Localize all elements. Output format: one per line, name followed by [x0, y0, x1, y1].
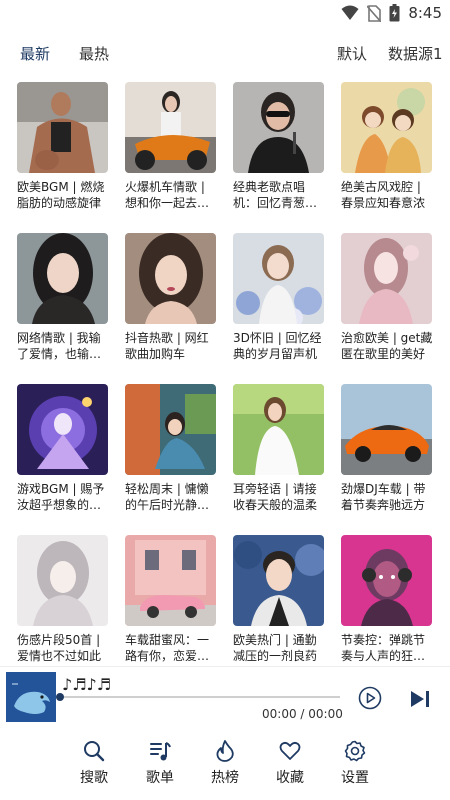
playlist-title: 绝美古风戏腔 | 春景应知春意浓 [341, 180, 426, 210]
playlist-title: 劲爆DJ车载 | 带着节奏奔驰远方 [341, 482, 426, 512]
playlist-card[interactable]: 火爆机车情歌 | 想和你一起去… [125, 82, 217, 211]
playlist-title: 游戏BGM | 赐予汝超乎想象的… [17, 482, 105, 512]
playlist-cover [17, 535, 108, 626]
playlist-title: 车载甜蜜风：一路有你，恋爱… [125, 633, 210, 663]
next-button[interactable] [409, 688, 431, 710]
nav-search[interactable]: 搜歌 [64, 740, 124, 787]
playlist-cover [233, 82, 324, 173]
nav-label: 热榜 [211, 770, 239, 786]
nav-label: 歌单 [146, 770, 174, 786]
now-playing-title: ♪♬♪♬ [62, 675, 112, 694]
playlist-title: 网络情歌 | 我输了爱情，也输… [17, 331, 102, 361]
playlist-card[interactable]: 绝美古风戏腔 | 春景应知春意浓 [341, 82, 433, 211]
playlist-card[interactable]: 轻松周末 | 慵懒的午后时光静… [125, 384, 217, 513]
playlist-card[interactable]: 3D怀旧 | 回忆经典的岁月留声机 [233, 233, 325, 362]
playlist-cover [17, 233, 108, 324]
mini-player: ♪♬♪♬ 00:00 / 00:00 [0, 666, 450, 730]
playlist-title: 耳旁轻语 | 请接收春天般的温柔 [233, 482, 318, 512]
no-sim-icon [367, 4, 382, 22]
playlist-card[interactable]: 欧美热门 | 通勤减压的一剂良药 [233, 535, 325, 664]
playlist-card[interactable]: 网络情歌 | 我输了爱情，也输… [17, 233, 109, 362]
playlist-card[interactable]: 耳旁轻语 | 请接收春天般的温柔 [233, 384, 325, 513]
battery-icon [389, 4, 400, 22]
playlist-title: 轻松周末 | 慵懒的午后时光静… [125, 482, 210, 512]
gear-icon [344, 740, 366, 762]
playlist-cover [341, 535, 432, 626]
nav-hot[interactable]: 热榜 [195, 740, 255, 787]
playlist-title: 伤感片段50首 | 爱情也不过如此 [17, 633, 102, 663]
playlist-title: 火爆机车情歌 | 想和你一起去… [125, 180, 210, 210]
tab-latest[interactable]: 最新 [20, 43, 50, 64]
playlist-cover [341, 384, 432, 475]
progress-bar[interactable] [56, 693, 340, 701]
sort-default-button[interactable]: 默认 [337, 43, 367, 64]
playlist-title: 3D怀旧 | 回忆经典的岁月留声机 [233, 331, 322, 361]
playlist-cover [341, 82, 432, 173]
playlist-cover [17, 82, 108, 173]
tab-hot[interactable]: 最热 [79, 43, 109, 64]
playlist-card[interactable]: 车载甜蜜风：一路有你，恋爱… [125, 535, 217, 664]
status-time: 8:45 [408, 4, 442, 22]
playlist-title: 抖音热歌 | 网红歌曲加购车 [125, 331, 209, 361]
playlist-card[interactable]: 欧美BGM | 燃烧脂肪的动感旋律 [17, 82, 109, 211]
progress-handle[interactable] [56, 693, 64, 701]
playlist-card[interactable]: 游戏BGM | 赐予汝超乎想象的… [17, 384, 109, 513]
playlist-card[interactable]: 伤感片段50首 | 爱情也不过如此 [17, 535, 109, 664]
fire-icon [216, 740, 234, 762]
playlist-cover [341, 233, 432, 324]
playlist-card[interactable]: 抖音热歌 | 网红歌曲加购车 [125, 233, 217, 362]
nav-settings[interactable]: 设置 [325, 740, 385, 787]
now-playing-art[interactable] [6, 672, 56, 722]
play-button[interactable] [358, 686, 382, 710]
bottom-nav: 搜歌 歌单 热榜 收藏 设置 [0, 730, 450, 800]
playlist-cover [125, 535, 216, 626]
nav-label: 收藏 [276, 770, 304, 786]
playlist-cover [233, 535, 324, 626]
playback-time: 00:00 / 00:00 [262, 707, 343, 721]
playlist-title: 欧美热门 | 通勤减压的一剂良药 [233, 633, 318, 663]
top-tabs: 最新 最热 默认 数据源1 [0, 38, 450, 70]
playlist-icon [150, 742, 171, 761]
playlist-title: 节奏控：弹跳节奏与人声的狂… [341, 633, 426, 663]
search-icon [84, 741, 105, 762]
wifi-icon [341, 5, 359, 20]
playlist-card[interactable]: 劲爆DJ车载 | 带着节奏奔驰远方 [341, 384, 433, 513]
nav-label: 设置 [341, 770, 369, 786]
playlist-cover [17, 384, 108, 475]
nav-label: 搜歌 [80, 770, 108, 786]
playlist-cover [125, 233, 216, 324]
playlist-cover [233, 233, 324, 324]
playlist-title: 欧美BGM | 燃烧脂肪的动感旋律 [17, 180, 105, 210]
status-bar: 8:45 [0, 0, 450, 26]
data-source-selector[interactable]: 数据源1 [388, 43, 443, 64]
heart-icon [279, 741, 301, 760]
nav-playlist[interactable]: 歌单 [130, 740, 190, 787]
playlist-cover [125, 82, 216, 173]
playlist-card[interactable]: 治愈欧美 | get藏匿在歌里的美好 [341, 233, 433, 362]
nav-favorites[interactable]: 收藏 [260, 740, 320, 787]
playlist-card[interactable]: 节奏控：弹跳节奏与人声的狂… [341, 535, 433, 664]
playlist-card[interactable]: 经典老歌点唱机：回忆青葱… [233, 82, 325, 211]
playlist-title: 经典老歌点唱机：回忆青葱… [233, 180, 318, 210]
playlist-cover [233, 384, 324, 475]
playlist-title: 治愈欧美 | get藏匿在歌里的美好 [341, 331, 433, 361]
playlist-cover [125, 384, 216, 475]
